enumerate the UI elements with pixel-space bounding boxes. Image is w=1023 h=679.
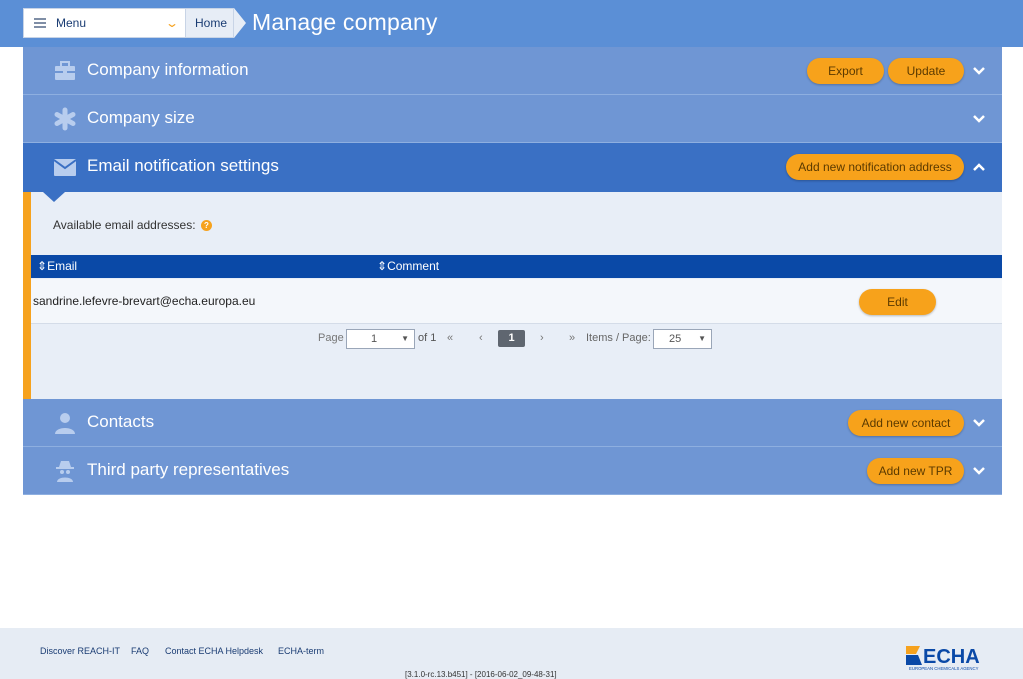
top-bar: Menu ⌄ Home Manage company: [0, 0, 1023, 47]
section-contacts[interactable]: Contacts Add new contact: [23, 399, 1002, 447]
add-tpr-button[interactable]: Add new TPR: [867, 458, 964, 484]
spy-icon: [56, 461, 74, 482]
column-label: Email: [47, 259, 78, 273]
footer-link-echa-term[interactable]: ECHA-term: [278, 646, 324, 656]
add-contact-button[interactable]: Add new contact: [848, 410, 964, 436]
section-title: Company size: [87, 108, 195, 127]
section-title: Email notification settings: [87, 156, 279, 175]
column-email[interactable]: ⇕Email: [37, 259, 77, 273]
section-email-notification-settings[interactable]: Email notification settings Add new noti…: [23, 143, 1002, 192]
update-button[interactable]: Update: [888, 58, 964, 84]
table-row: sandrine.lefevre-brevart@echa.europa.eu …: [31, 279, 1002, 324]
caret-down-icon: ▼: [401, 334, 409, 343]
page-select-value: 1: [371, 333, 378, 345]
menu-label: Menu: [56, 16, 87, 30]
column-comment[interactable]: ⇕Comment: [377, 259, 439, 273]
svg-text:ECHA: ECHA: [923, 646, 980, 668]
chevron-down-icon[interactable]: [972, 112, 986, 126]
version-text: [3.1.0-rc.13.b451] - [2016-06-02_09-48-3…: [405, 670, 557, 679]
chevron-down-icon[interactable]: [972, 416, 986, 430]
last-page-button[interactable]: »: [569, 332, 575, 352]
chevron-down-icon: ⌄: [164, 16, 180, 30]
footer-link-faq[interactable]: FAQ: [131, 646, 149, 656]
section-title: Company information: [87, 60, 249, 79]
email-cell: sandrine.lefevre-brevart@echa.europa.eu: [33, 294, 256, 308]
page-of-label: of 1: [418, 332, 437, 344]
menu-dropdown[interactable]: Menu ⌄: [23, 8, 186, 38]
footer-link-helpdesk[interactable]: Contact ECHA Helpdesk: [165, 646, 263, 656]
section-title: Contacts: [87, 412, 155, 431]
section-company-size[interactable]: Company size: [23, 95, 1002, 143]
svg-text:EUROPEAN CHEMICALS AGENCY: EUROPEAN CHEMICALS AGENCY: [909, 666, 979, 671]
panel-pointer: [43, 192, 65, 202]
breadcrumb-arrow: [234, 8, 246, 38]
page-select[interactable]: 1 ▼: [346, 329, 415, 349]
section-company-information[interactable]: Company information Export Update: [23, 47, 1002, 95]
items-per-page-select[interactable]: 25 ▼: [653, 329, 712, 349]
available-email-label: Available email addresses:: [53, 218, 196, 232]
breadcrumb-home[interactable]: Home: [186, 8, 234, 38]
section-title: Third party representatives: [87, 460, 290, 479]
page-title: Manage company: [252, 9, 438, 35]
footer: Discover REACH-IT FAQ Contact ECHA Helpd…: [0, 628, 1023, 679]
asterisk-icon: [54, 107, 76, 131]
help-icon[interactable]: ?: [201, 220, 212, 231]
briefcase-icon: [55, 61, 75, 80]
sort-icon: ⇕: [37, 259, 48, 273]
email-table-header: ⇕Email ⇕Comment: [31, 255, 1002, 278]
items-select-value: 25: [669, 333, 682, 345]
echa-logo[interactable]: ECHA EUROPEAN CHEMICALS AGENCY: [906, 643, 1004, 671]
next-page-button[interactable]: ›: [540, 332, 544, 352]
items-per-page-label: Items / Page:: [586, 332, 651, 344]
chevron-down-icon[interactable]: [972, 464, 986, 478]
column-label: Comment: [387, 259, 440, 273]
section-third-party-representatives[interactable]: Third party representatives Add new TPR: [23, 447, 1002, 495]
export-button[interactable]: Export: [807, 58, 884, 84]
footer-link-discover[interactable]: Discover REACH-IT: [40, 646, 120, 656]
first-page-button[interactable]: «: [447, 332, 453, 352]
menu-icon: [34, 16, 46, 30]
current-page[interactable]: 1: [498, 330, 525, 347]
caret-down-icon: ▼: [698, 334, 706, 343]
add-notification-address-button[interactable]: Add new notification address: [786, 154, 964, 180]
edit-button[interactable]: Edit: [859, 289, 936, 315]
chevron-up-icon[interactable]: [972, 160, 986, 174]
prev-page-button[interactable]: ‹: [479, 332, 483, 352]
chevron-down-icon[interactable]: [972, 64, 986, 78]
sort-icon: ⇕: [377, 259, 388, 273]
envelope-icon: [53, 159, 77, 176]
user-icon: [55, 413, 75, 434]
page-label: Page: [318, 332, 344, 344]
